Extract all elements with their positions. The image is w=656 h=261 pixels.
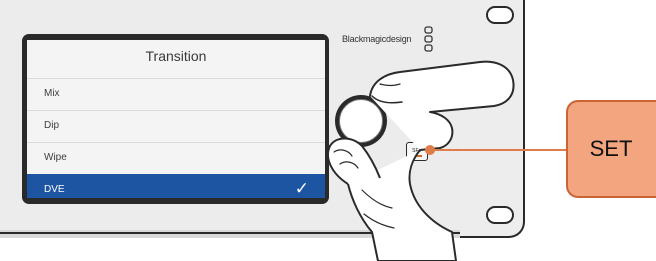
menu-item-label: DVE [44, 184, 65, 195]
set-button-label: SET [412, 148, 422, 154]
rack-slot-top [486, 6, 514, 24]
menu-item-mix[interactable]: Mix [27, 78, 325, 110]
knob-icon [339, 99, 383, 143]
panel-button-middle[interactable] [403, 110, 430, 129]
menu-item-label: Dip [44, 120, 60, 131]
menu-item-label: Wipe [44, 152, 67, 163]
blackmagic-logo-icon [424, 26, 433, 52]
callout-connector [430, 149, 568, 151]
menu-item-label: Mix [44, 88, 60, 99]
lcd-title: Transition [145, 48, 207, 64]
callout-label: SET [589, 136, 633, 161]
panel-bottom-line [0, 232, 460, 234]
brand-logo-text: Blackmagicdesign [342, 34, 412, 44]
panel-button-top[interactable] [403, 72, 430, 91]
menu-item-dip[interactable]: Dip [27, 110, 325, 142]
rack-ear [460, 0, 525, 238]
set-button-led [414, 155, 422, 157]
menu-item-wipe[interactable]: Wipe [27, 142, 325, 174]
callout-pointer-dot [425, 145, 435, 155]
rack-slot-bottom [486, 206, 514, 224]
menu-item-dve[interactable]: DVE ✓ [27, 174, 325, 198]
check-icon: ✓ [294, 179, 309, 198]
lcd-screen: Transition Mix Dip Wipe DVE ✓ [27, 40, 325, 198]
